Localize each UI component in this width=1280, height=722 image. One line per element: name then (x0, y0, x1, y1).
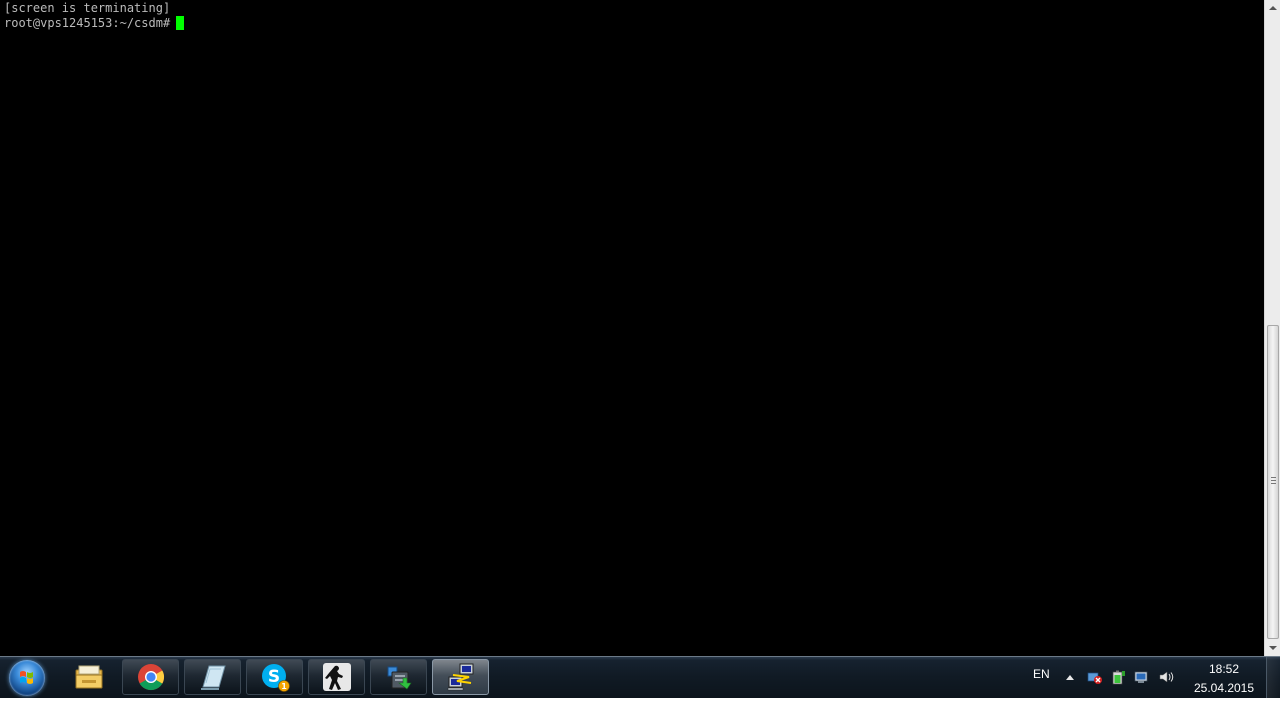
svg-text:S: S (267, 667, 279, 687)
skype-icon: S 1 (259, 661, 291, 693)
taskbar-chrome-button[interactable] (122, 659, 179, 695)
desktop-screen: [screen is terminating] root@vps1245153:… (0, 0, 1280, 722)
clock-date[interactable]: 25.04.2015 (1190, 681, 1258, 695)
taskbar-counter-strike-button[interactable] (308, 659, 365, 695)
taskbar: S 1 EN 18:52 25.04.2015 (0, 656, 1280, 699)
terminal-prompt: root@vps1245153:~/csdm# (4, 16, 171, 30)
windows-orb-icon (9, 660, 45, 696)
windows-explorer-icon (73, 661, 105, 693)
volume-icon[interactable] (1158, 669, 1174, 685)
network-error-icon[interactable] (1087, 669, 1103, 685)
show-hidden-icons-button[interactable] (1066, 675, 1074, 680)
counter-strike-icon (321, 661, 353, 693)
terminal-line: [screen is terminating] (4, 1, 171, 15)
scroll-down-button[interactable] (1265, 640, 1280, 656)
terminal-prompt-line[interactable]: root@vps1245153:~/csdm# (4, 15, 185, 31)
scrollbar-grip-icon (1271, 477, 1276, 484)
start-button[interactable] (6, 658, 48, 698)
chrome-icon (135, 661, 167, 693)
server-upload-icon (383, 661, 415, 693)
terminal-scrollbar[interactable] (1264, 0, 1280, 656)
language-indicator[interactable]: EN (1033, 667, 1050, 681)
battery-icon[interactable] (1110, 669, 1126, 685)
notepad-icon (197, 661, 229, 693)
show-desktop-button[interactable] (1266, 657, 1280, 699)
taskbar-putty-button[interactable] (432, 659, 489, 695)
taskbar-skype-button[interactable]: S 1 (246, 659, 303, 695)
clock-time[interactable]: 18:52 (1192, 662, 1256, 676)
skype-notification-badge: 1 (281, 682, 287, 691)
taskbar-explorer-button[interactable] (60, 659, 117, 695)
screen-bottom-margin (0, 698, 1280, 722)
network-icon[interactable] (1134, 669, 1150, 685)
arrow-down-icon (1268, 646, 1277, 650)
putty-icon (445, 661, 477, 693)
scroll-up-button[interactable] (1265, 0, 1280, 16)
arrow-up-icon (1268, 6, 1277, 10)
terminal-window[interactable]: [screen is terminating] root@vps1245153:… (0, 0, 1264, 656)
terminal-cursor (176, 16, 185, 30)
scrollbar-thumb[interactable] (1267, 325, 1279, 639)
taskbar-notepad-button[interactable] (184, 659, 241, 695)
taskbar-server-tool-button[interactable] (370, 659, 427, 695)
